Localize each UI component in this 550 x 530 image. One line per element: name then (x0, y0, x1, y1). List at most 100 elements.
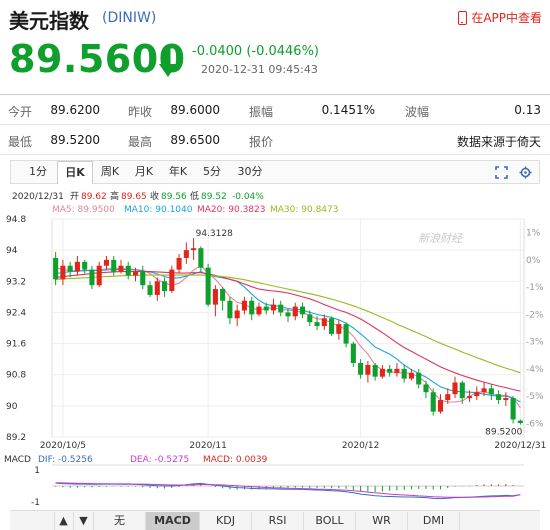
info-low-label: 低 (190, 190, 199, 202)
candle-body (459, 382, 465, 399)
data-source: 数据来源于倚天 (456, 135, 541, 149)
ma5-label: MA5: 89.9500 (52, 205, 115, 215)
candle-body (336, 324, 342, 334)
plot-frame (51, 218, 525, 438)
candle-body (53, 257, 59, 280)
candle-body (379, 368, 385, 377)
candle-body (430, 392, 436, 412)
candle-body (423, 384, 429, 393)
candle-body (314, 322, 320, 327)
stats-table: 今开 89.6200 昨收 89.6000 振幅 0.1451% 波幅 0.13… (0, 94, 550, 155)
arrow-up-icon[interactable]: ▲ (54, 512, 74, 530)
chart-nav-controls (12, 512, 55, 530)
candle-body (212, 289, 218, 305)
tab-5min[interactable]: 5分 (197, 161, 227, 183)
macd-y-tick: -1 (31, 498, 40, 508)
candle-body (263, 306, 269, 311)
tab-yearly-k[interactable]: 年K (163, 161, 193, 183)
candle-body (278, 304, 284, 313)
open-in-app-link[interactable]: 在APP中查看 (458, 9, 542, 26)
candle-body (118, 265, 124, 272)
candle-body (408, 372, 414, 379)
candle-body (162, 281, 168, 292)
pct-tick-label: 1% (526, 229, 541, 239)
candle-body (241, 300, 247, 311)
info-open-label: 开 (70, 191, 79, 202)
macd-dea: DEA: -0.5275 (130, 455, 189, 465)
candle-body (205, 267, 211, 305)
kline-chart[interactable]: 2020/12/31 开 89.62 高 89.65 收 89.56 低 89.… (0, 185, 550, 510)
pct-tick-label: -6% (526, 419, 544, 429)
tab-daily-k[interactable]: 日K (57, 161, 93, 184)
macd-legend: MACD DIF: -0.5256 DEA: -0.5275 MACD: 0.0… (4, 455, 268, 465)
tab-1min[interactable]: 1分 (23, 161, 53, 183)
y-tick-label: 90.8 (6, 371, 26, 381)
tab-indicator-kdj[interactable]: KDJ (200, 512, 252, 530)
tab-weekly-k[interactable]: 周K (95, 161, 125, 183)
x-tick-label: 2020/10/5 (40, 441, 86, 451)
stat-value: 89.6200 (50, 103, 100, 117)
candle-body (125, 265, 131, 276)
tab-indicator-rsi[interactable]: RSI (252, 512, 304, 530)
info-close: 89.56 (161, 192, 187, 202)
ma30-label: MA30: 90.8473 (270, 205, 338, 215)
candle-body (220, 289, 226, 301)
candle-body (147, 285, 153, 295)
candle-body (358, 363, 364, 375)
candle-body (387, 368, 393, 373)
candle-body (60, 265, 66, 280)
y-tick-label: 92.4 (6, 308, 26, 318)
candle-body (191, 248, 197, 251)
stat-value: 89.5200 (50, 133, 100, 147)
tab-monthly-k[interactable]: 月K (129, 161, 159, 183)
stat-label: 波幅 (405, 105, 430, 119)
candle-body (321, 318, 327, 327)
tab-indicator-dmi[interactable]: DMI (408, 512, 460, 530)
info-high-label: 高 (110, 190, 119, 202)
tab-indicator-none[interactable]: 无 (94, 512, 146, 530)
open-in-app-label: 在APP中查看 (471, 11, 542, 25)
arrow-down-icon[interactable]: ▼ (74, 512, 94, 530)
candle-body (270, 304, 277, 311)
period-tabs: 1分 日K 周K 月K 年K 5分 30分 (10, 160, 540, 184)
candle-body (227, 300, 233, 319)
fullscreen-icon[interactable] (495, 166, 508, 179)
tab-indicator-macd[interactable]: MACD (146, 512, 200, 530)
candle-body (510, 398, 516, 420)
stat-label: 最低 (8, 135, 33, 149)
y-tick-label: 94.8 (6, 215, 26, 225)
stat-label: 报价 (249, 135, 274, 149)
indicator-tabs: ▲ ▼ 无 MACD KDJ RSI BOLL WR DMI (10, 510, 540, 530)
candle-body (198, 248, 204, 268)
candle-body (103, 259, 110, 266)
pct-tick-label: -2% (526, 310, 544, 320)
candle-body (437, 400, 444, 412)
stat-label: 最高 (128, 135, 153, 149)
candle-body (234, 310, 240, 319)
settings-icon[interactable] (519, 166, 532, 179)
price-change: -0.0400 (-0.0446%) (192, 44, 319, 59)
stat-label: 昨收 (128, 105, 153, 119)
tab-30min[interactable]: 30分 (233, 161, 267, 183)
tab-indicator-boll[interactable]: BOLL (304, 512, 356, 530)
candle-body (96, 265, 102, 286)
ma-line-ma5 (55, 265, 521, 409)
candle-body (394, 368, 400, 373)
change-value: -0.0400 (192, 44, 243, 59)
stats-row: 最低 89.5200 最高 89.6500 报价 数据来源于倚天 (0, 125, 550, 155)
candle-body (111, 259, 117, 272)
candle-body (503, 398, 509, 401)
change-percent: (-0.0446%) (246, 44, 320, 59)
ma20-label: MA20: 90.3823 (197, 205, 265, 215)
macd-value: MACD: 0.0039 (203, 455, 268, 465)
candle-body (169, 269, 175, 292)
stat-value: 0.1451% (321, 103, 375, 117)
info-date: 2020/12/31 (12, 192, 64, 202)
header: 美元指数 (DINIW) 在APP中查看 (0, 0, 550, 34)
x-tick-label: 2020/12 (342, 441, 379, 451)
candle-body (496, 394, 502, 401)
tab-indicator-wr[interactable]: WR (356, 512, 408, 530)
candle-body (183, 250, 189, 258)
price-annotation: 89.5200 (485, 428, 522, 438)
candle-body (307, 314, 313, 323)
